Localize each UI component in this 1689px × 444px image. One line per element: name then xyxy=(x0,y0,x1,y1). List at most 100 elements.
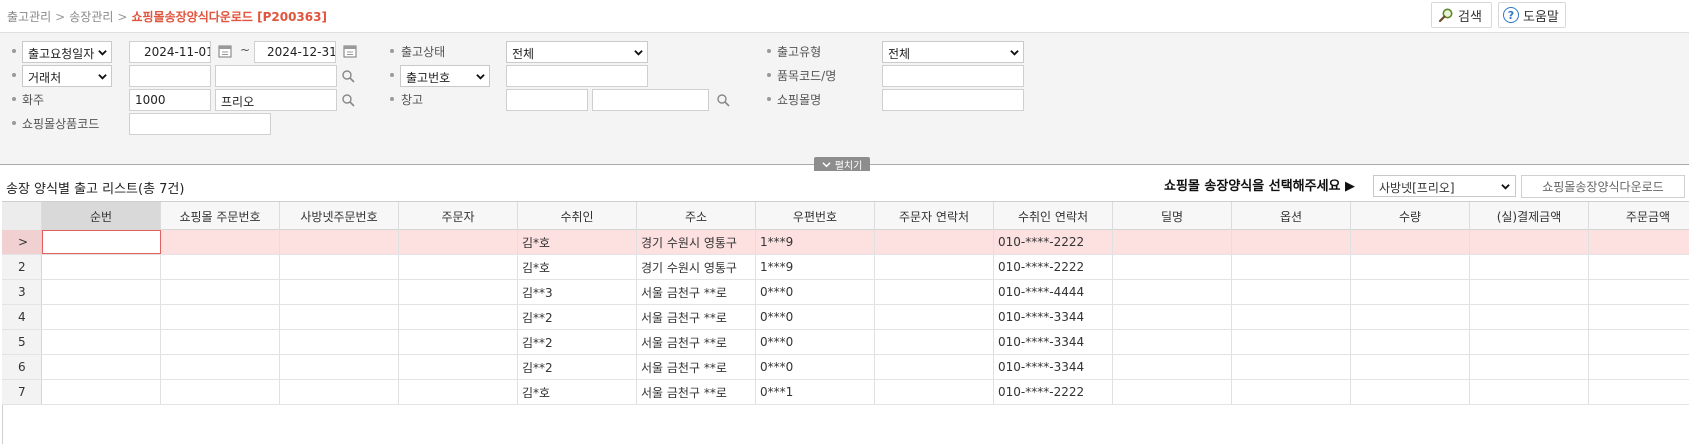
cell-orderer-phone[interactable] xyxy=(875,280,994,304)
invoice-format-select[interactable]: 사방넷[프리오] xyxy=(1373,175,1516,197)
cell-orderer[interactable] xyxy=(399,230,518,254)
cell-deal-name[interactable] xyxy=(1113,330,1232,354)
magnifier-icon[interactable] xyxy=(341,93,355,107)
column-header-seq[interactable]: 순번 xyxy=(42,202,161,230)
cell-receiver[interactable]: 김**2 xyxy=(518,305,637,329)
cell-orderer-phone[interactable] xyxy=(875,305,994,329)
column-header-paid-amount[interactable]: (실)결제금액 xyxy=(1470,202,1589,230)
cell-receiver-phone[interactable]: 010-****-2222 xyxy=(994,230,1113,254)
cell-seq[interactable] xyxy=(42,355,161,379)
item-code-input[interactable] xyxy=(882,65,1024,87)
column-header-row-indicator[interactable] xyxy=(2,202,42,230)
cell-orderer[interactable] xyxy=(399,255,518,279)
table-row[interactable]: 5 김**2 서울 금천구 **로 0***0 010-****-3344 xyxy=(2,330,1689,355)
mall-name-input[interactable] xyxy=(882,89,1024,111)
cell-quantity[interactable] xyxy=(1351,380,1470,404)
cell-address[interactable]: 서울 금천구 **로 xyxy=(637,355,756,379)
row-number-cell[interactable]: 3 xyxy=(2,280,42,304)
search-button[interactable]: 검색 xyxy=(1431,2,1492,28)
cell-deal-name[interactable] xyxy=(1113,280,1232,304)
table-row[interactable]: 7 김*호 서울 금천구 **로 0***1 010-****-2222 xyxy=(2,380,1689,405)
date-to-input[interactable]: 2024-12-31 xyxy=(254,41,336,63)
mall-product-code-input[interactable] xyxy=(129,113,271,135)
cell-address[interactable]: 서울 금천구 **로 xyxy=(637,330,756,354)
column-header-orderer[interactable]: 주문자 xyxy=(399,202,518,230)
cell-order-amount[interactable] xyxy=(1589,280,1689,304)
cell-receiver[interactable]: 김*호 xyxy=(518,255,637,279)
cell-paid-amount[interactable] xyxy=(1470,330,1589,354)
cell-orderer[interactable] xyxy=(399,355,518,379)
cell-sabang-order-no[interactable] xyxy=(280,380,399,404)
cell-sabang-order-no[interactable] xyxy=(280,255,399,279)
cell-receiver[interactable]: 김*호 xyxy=(518,380,637,404)
cell-paid-amount[interactable] xyxy=(1470,355,1589,379)
cell-orderer[interactable] xyxy=(399,280,518,304)
cell-orderer-phone[interactable] xyxy=(875,230,994,254)
row-number-cell[interactable]: 6 xyxy=(2,355,42,379)
cell-zip-code[interactable]: 0***0 xyxy=(756,305,875,329)
partner-name-input[interactable] xyxy=(215,65,337,87)
cell-deal-name[interactable] xyxy=(1113,255,1232,279)
download-invoice-format-button[interactable]: 쇼핑몰송장양식다운로드 xyxy=(1521,175,1685,198)
calendar-icon[interactable] xyxy=(218,44,232,58)
cell-receiver[interactable]: 김**2 xyxy=(518,355,637,379)
cell-paid-amount[interactable] xyxy=(1470,230,1589,254)
cell-mall-order-no[interactable] xyxy=(161,305,280,329)
cell-deal-name[interactable] xyxy=(1113,230,1232,254)
cell-receiver[interactable]: 김**3 xyxy=(518,280,637,304)
cell-orderer-phone[interactable] xyxy=(875,380,994,404)
column-header-sabang-order-no[interactable]: 사방넷주문번호 xyxy=(280,202,399,230)
cell-seq[interactable] xyxy=(42,255,161,279)
cell-zip-code[interactable]: 0***0 xyxy=(756,280,875,304)
date-from-input[interactable]: 2024-11-01 xyxy=(129,41,211,63)
ship-status-select[interactable]: 전체 xyxy=(506,41,648,63)
cell-receiver[interactable]: 김*호 xyxy=(518,230,637,254)
cell-orderer[interactable] xyxy=(399,305,518,329)
ship-type-select[interactable]: 전체 xyxy=(882,41,1024,63)
column-header-quantity[interactable]: 수량 xyxy=(1351,202,1470,230)
cell-deal-name[interactable] xyxy=(1113,380,1232,404)
expand-filter-button[interactable]: 펼치기 xyxy=(814,157,870,172)
cell-orderer-phone[interactable] xyxy=(875,255,994,279)
table-row[interactable]: 3 김**3 서울 금천구 **로 0***0 010-****-4444 xyxy=(2,280,1689,305)
row-number-cell[interactable]: 7 xyxy=(2,380,42,404)
cell-zip-code[interactable]: 0***0 xyxy=(756,355,875,379)
cell-orderer[interactable] xyxy=(399,330,518,354)
cell-sabang-order-no[interactable] xyxy=(280,305,399,329)
magnifier-icon[interactable] xyxy=(716,93,730,107)
cell-quantity[interactable] xyxy=(1351,230,1470,254)
number-input[interactable] xyxy=(506,65,648,87)
cell-option[interactable] xyxy=(1232,330,1351,354)
owner-name-input[interactable]: 프리오 xyxy=(215,89,337,111)
cell-receiver[interactable]: 김**2 xyxy=(518,330,637,354)
cell-paid-amount[interactable] xyxy=(1470,280,1589,304)
row-number-cell[interactable]: > xyxy=(2,230,42,254)
cell-paid-amount[interactable] xyxy=(1470,255,1589,279)
cell-quantity[interactable] xyxy=(1351,305,1470,329)
partner-type-select[interactable]: 거래처 xyxy=(22,65,112,87)
column-header-option[interactable]: 옵션 xyxy=(1232,202,1351,230)
help-button[interactable]: ? 도움말 xyxy=(1498,2,1566,28)
cell-quantity[interactable] xyxy=(1351,330,1470,354)
cell-seq[interactable] xyxy=(42,330,161,354)
column-header-receiver-phone[interactable]: 수취인 연락처 xyxy=(994,202,1113,230)
cell-address[interactable]: 서울 금천구 **로 xyxy=(637,380,756,404)
cell-zip-code[interactable]: 0***0 xyxy=(756,330,875,354)
cell-sabang-order-no[interactable] xyxy=(280,355,399,379)
breadcrumb-item-invoice[interactable]: 송장관리 xyxy=(69,10,113,24)
cell-seq[interactable] xyxy=(42,380,161,404)
cell-receiver-phone[interactable]: 010-****-2222 xyxy=(994,380,1113,404)
warehouse-name-input[interactable] xyxy=(592,89,709,111)
cell-option[interactable] xyxy=(1232,280,1351,304)
breadcrumb-item-shipping[interactable]: 출고관리 xyxy=(7,10,51,24)
row-number-cell[interactable]: 5 xyxy=(2,330,42,354)
number-type-select[interactable]: 출고번호 xyxy=(400,65,490,87)
cell-deal-name[interactable] xyxy=(1113,305,1232,329)
cell-mall-order-no[interactable] xyxy=(161,380,280,404)
cell-sabang-order-no[interactable] xyxy=(280,230,399,254)
cell-address[interactable]: 서울 금천구 **로 xyxy=(637,280,756,304)
column-header-zip-code[interactable]: 우편번호 xyxy=(756,202,875,230)
cell-seq[interactable] xyxy=(42,280,161,304)
cell-zip-code[interactable]: 1***9 xyxy=(756,230,875,254)
cell-orderer-phone[interactable] xyxy=(875,330,994,354)
